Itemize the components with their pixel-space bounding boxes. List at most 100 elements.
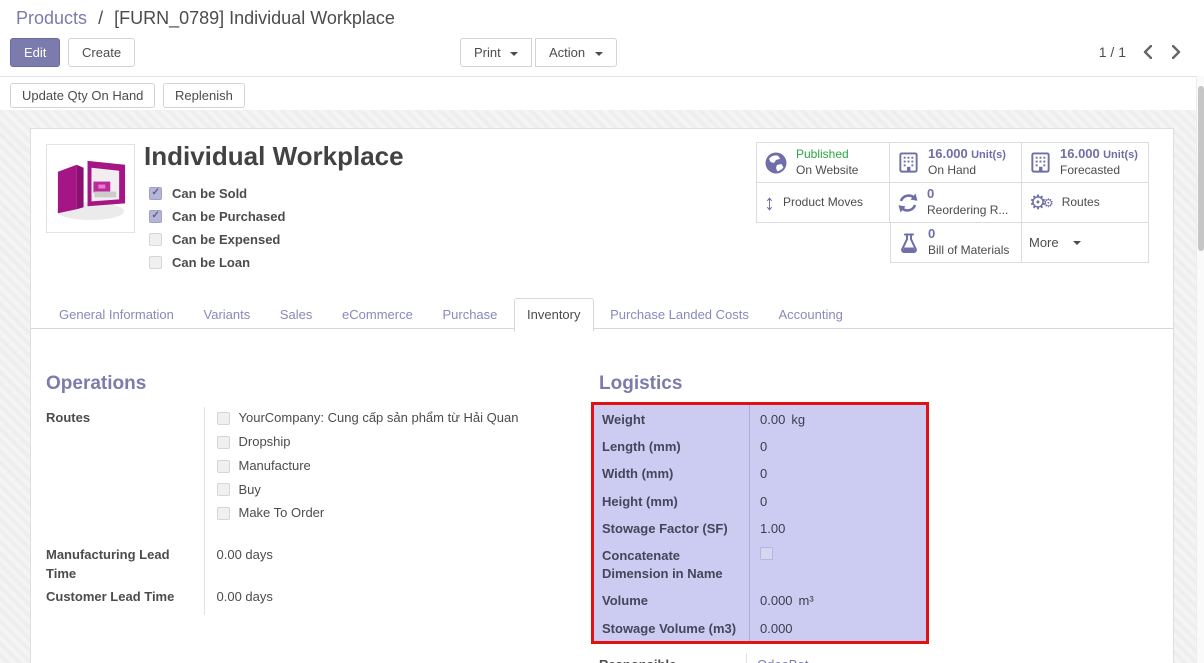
can-be-sold-checkbox[interactable] (149, 187, 162, 200)
tab-general-information[interactable]: General Information (46, 298, 187, 332)
bill-of-materials-stat-button[interactable]: 0 Bill of Materials (890, 223, 1022, 263)
customer-lead-time-value[interactable]: 0.00 days (204, 586, 576, 615)
create-button[interactable]: Create (68, 38, 135, 67)
print-dropdown-button[interactable]: Print (460, 38, 532, 67)
breadcrumb-separator: / (98, 8, 103, 28)
route-manufacture-checkbox[interactable] (217, 460, 230, 473)
weight-value[interactable]: 0.00kg (749, 405, 926, 432)
routes-stat-button[interactable]: ⚙⚙ Routes (1022, 183, 1149, 223)
concatenate-dimension-checkbox[interactable] (760, 547, 773, 560)
flask-icon (898, 232, 920, 254)
on-hand-unit: Unit(s) (971, 149, 1006, 161)
product-moves-stat-button[interactable]: ↕ Product Moves (756, 183, 890, 223)
flag-row: Can be Sold (149, 186, 285, 201)
can-be-purchased-checkbox[interactable] (149, 210, 162, 223)
control-panel: Products / [FURN_0789] Individual Workpl… (0, 0, 1204, 110)
route-option: Dropship (217, 433, 577, 452)
breadcrumb: Products / [FURN_0789] Individual Workpl… (16, 8, 395, 29)
responsible-user-link[interactable]: OdooBot (757, 657, 808, 663)
reordering-rules-stat-button[interactable]: 0 Reordering R... (890, 183, 1022, 223)
logistics-row: Width (mm) 0 (594, 459, 926, 486)
previous-page-button[interactable] (1140, 45, 1155, 59)
route-dropship-checkbox[interactable] (217, 436, 230, 449)
odoo-product-page: Products / [FURN_0789] Individual Workpl… (0, 0, 1204, 663)
can-be-loan-label: Can be Loan (172, 255, 250, 270)
route-manufacture-label: Manufacture (239, 457, 311, 476)
scrollbar-thumb[interactable] (1198, 86, 1204, 251)
website-stat-button[interactable]: Published On Website (756, 142, 890, 183)
route-make-to-order-label: Make To Order (239, 504, 325, 523)
logistics-row: Height (mm) 0 (594, 487, 926, 514)
more-dropdown-button[interactable]: More (1022, 223, 1149, 263)
can-be-loan-checkbox[interactable] (149, 256, 162, 269)
can-be-expensed-checkbox[interactable] (149, 233, 162, 246)
route-make-to-order-checkbox[interactable] (217, 507, 230, 520)
on-hand-stat-button[interactable]: 16.000 Unit(s) On Hand (890, 142, 1022, 183)
tab-accounting[interactable]: Accounting (766, 298, 856, 332)
forecasted-value: 16.000 (1060, 146, 1100, 161)
tab-purchase-landed-costs[interactable]: Purchase Landed Costs (597, 298, 762, 332)
forecasted-label: Forecasted (1060, 163, 1120, 177)
stowage-factor-label: Stowage Factor (SF) (594, 514, 749, 541)
height-value[interactable]: 0 (749, 487, 926, 514)
next-page-button[interactable] (1169, 45, 1184, 59)
globe-icon (764, 151, 788, 175)
tab-variants[interactable]: Variants (191, 298, 264, 332)
width-value[interactable]: 0 (749, 459, 926, 486)
manufacturing-lead-time-value[interactable]: 0.00 days (204, 544, 576, 586)
logistics-row: Length (mm) 0 (594, 432, 926, 459)
arrows-vertical-icon: ↕ (764, 192, 775, 214)
breadcrumb-products-link[interactable]: Products (16, 8, 87, 28)
edit-button[interactable]: Edit (10, 38, 60, 67)
bill-of-materials-label: Bill of Materials (928, 243, 1009, 257)
vertical-scrollbar[interactable] (1196, 76, 1204, 663)
tab-purchase[interactable]: Purchase (429, 298, 510, 332)
logistics-highlight-box: Weight 0.00kg Length (mm) 0 Width (mm) 0 (591, 402, 929, 644)
route-yourcompany-label: YourCompany: Cung cấp sản phẩm từ Hải Qu… (239, 409, 519, 428)
header-divider (0, 76, 1204, 77)
replenish-button[interactable]: Replenish (163, 83, 245, 108)
stowage-volume-label: Stowage Volume (m3) (594, 614, 749, 641)
product-image[interactable] (46, 144, 135, 233)
action-dropdown-button[interactable]: Action (535, 38, 617, 67)
operations-group: Operations Routes YourCompany: Cung cấp … (46, 373, 576, 615)
route-option: YourCompany: Cung cấp sản phẩm từ Hải Qu… (217, 409, 577, 428)
concatenate-dimension-value (749, 541, 926, 586)
stowage-volume-value[interactable]: 0.000 (749, 614, 926, 641)
customer-lead-time-label: Customer Lead Time (46, 586, 204, 615)
route-buy-checkbox[interactable] (217, 483, 230, 496)
tab-inventory[interactable]: Inventory (514, 298, 593, 332)
route-dropship-label: Dropship (239, 433, 291, 452)
building-icon (1029, 151, 1052, 174)
reordering-rules-value: 0 (927, 186, 934, 201)
chevron-down-icon (1073, 241, 1081, 245)
logistics-row: Weight 0.00kg (594, 405, 926, 432)
volume-label: Volume (594, 586, 749, 613)
flag-row: Can be Expensed (149, 232, 285, 247)
print-label: Print (474, 45, 501, 60)
gears-icon: ⚙⚙ (1029, 193, 1054, 213)
flag-row: Can be Purchased (149, 209, 285, 224)
route-option: Manufacture (217, 457, 577, 476)
can-be-expensed-label: Can be Expensed (172, 232, 280, 247)
length-value[interactable]: 0 (749, 432, 926, 459)
responsible-label: Responsible (591, 653, 746, 663)
building-icon (897, 151, 920, 174)
on-hand-label: On Hand (928, 163, 976, 177)
flag-row: Can be Loan (149, 255, 285, 270)
notebook-tabs: General Information Variants Sales eComm… (31, 297, 1173, 329)
routes-field-label: Routes (46, 407, 204, 544)
forecasted-stat-button[interactable]: 16.000 Unit(s) Forecasted (1022, 142, 1149, 183)
volume-value[interactable]: 0.000m³ (749, 586, 926, 613)
route-yourcompany-checkbox[interactable] (217, 412, 230, 425)
chevron-left-icon (1143, 45, 1152, 59)
width-label: Width (mm) (594, 459, 749, 486)
manufacturing-lead-time-label: Manufacturing Lead Time (46, 544, 204, 586)
update-qty-on-hand-button[interactable]: Update Qty On Hand (10, 83, 155, 108)
logistics-row: Volume 0.000m³ (594, 586, 926, 613)
tab-ecommerce[interactable]: eCommerce (329, 298, 426, 332)
logistics-row: Concatenate Dimension in Name (594, 541, 926, 586)
logistics-group: Logistics Weight 0.00kg Length (mm) 0 (591, 373, 1151, 663)
tab-sales[interactable]: Sales (267, 298, 326, 332)
stowage-factor-value[interactable]: 1.00 (749, 514, 926, 541)
